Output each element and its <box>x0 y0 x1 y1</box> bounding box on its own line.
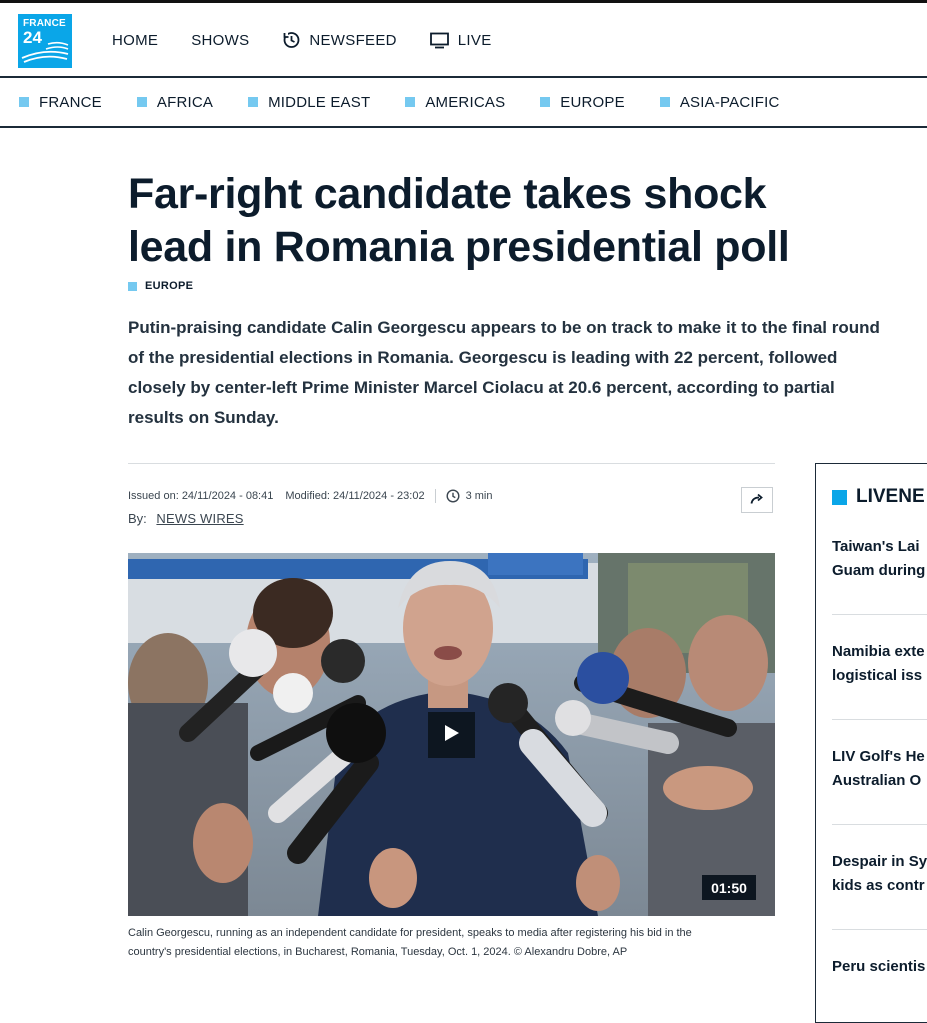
history-icon <box>282 31 300 49</box>
play-button[interactable] <box>428 712 475 758</box>
nav-live[interactable]: LIVE <box>429 31 492 49</box>
category-square-icon <box>248 97 259 107</box>
logo-text-bottom: 24 <box>23 28 42 47</box>
livefeed-divider <box>832 824 927 825</box>
site-header: FRANCE 24 HOME SHOWS NEWSFEED LIVE <box>0 3 927 78</box>
category-middle-east[interactable]: MIDDLE EAST <box>248 94 370 111</box>
nav-live-label: LIVE <box>457 31 492 49</box>
nav-newsfeed[interactable]: NEWSFEED <box>282 31 396 49</box>
category-africa[interactable]: AFRICA <box>136 93 214 111</box>
article-headline: Far-right candidate takes shock lead in … <box>128 168 868 274</box>
tag-square-icon <box>128 281 137 291</box>
nav-home-label: HOME <box>112 31 159 49</box>
video-player[interactable]: 01:50 <box>128 553 775 916</box>
meta-divider <box>434 489 436 503</box>
issued-date: Issued on: 24/11/2024 - 08:41 <box>128 490 274 502</box>
category-square-icon <box>19 97 29 107</box>
article-meta: Issued on: 24/11/2024 - 08:41 Modified: … <box>128 489 493 503</box>
play-icon <box>444 724 460 747</box>
nav-home[interactable]: HOME <box>112 32 158 49</box>
category-americas[interactable]: AMERICAS <box>405 94 505 111</box>
category-label: EUROPE <box>560 93 625 111</box>
category-label: FRANCE <box>39 93 102 111</box>
image-caption: Calin Georgescu, running as an independe… <box>128 927 692 958</box>
nav-shows[interactable]: SHOWS <box>191 32 249 49</box>
livefeed-item[interactable]: Namibia exte logistical iss <box>832 640 927 688</box>
category-france[interactable]: FRANCE <box>19 94 102 111</box>
category-bar: FRANCE AFRICA MIDDLE EAST AMERICAS EUROP… <box>0 78 927 128</box>
tv-icon <box>429 32 449 49</box>
read-time: 3 min <box>465 490 493 502</box>
livefeed-item-line: kids as contr <box>832 877 925 894</box>
livefeed-item-line: Namibia exte <box>832 643 925 660</box>
clock-icon <box>446 489 460 503</box>
divider <box>128 463 775 464</box>
author-link[interactable]: NEWS WIRES <box>156 511 243 526</box>
category-square-icon <box>136 97 147 107</box>
livefeed-item[interactable]: LIV Golf's He Australian O <box>832 745 927 793</box>
byline-label: By: <box>128 511 147 526</box>
video-duration-badge: 01:50 <box>702 875 756 900</box>
livefeed-item[interactable]: Peru scientis <box>832 955 927 979</box>
livefeed-item-line: logistical iss <box>832 667 923 684</box>
livefeed-item-line: Guam during <box>832 562 926 579</box>
category-label: MIDDLE EAST <box>268 93 371 111</box>
headline-line-2: lead in Romania presidential poll <box>128 223 790 271</box>
livefeed-item-line: Peru scientis <box>832 958 926 975</box>
livefeed-item-line: Taiwan's Lai <box>832 538 920 555</box>
category-label: ASIA-PACIFIC <box>679 93 780 111</box>
category-label: AFRICA <box>156 93 214 111</box>
livefeed-divider <box>832 719 927 720</box>
category-label: AMERICAS <box>425 93 506 111</box>
article-tag-label: EUROPE <box>145 280 194 292</box>
livefeed-title: LIVENE <box>856 486 925 507</box>
share-button[interactable] <box>741 487 773 513</box>
article-lede: Putin-praising candidate Calin Georgescu… <box>128 318 880 427</box>
livefeed-divider <box>832 929 927 930</box>
livefeed-item-line: LIV Golf's He <box>832 748 925 765</box>
livefeed-item[interactable]: Taiwan's Lai Guam during <box>832 535 927 583</box>
byline: By: NEWS WIRES <box>128 511 244 526</box>
category-square-icon <box>659 97 670 107</box>
livefeed-item-line: Despair in Sy <box>832 853 927 870</box>
livefeed-panel: LIVENE Taiwan's Lai Guam during Namibia … <box>815 463 927 1023</box>
category-asia-pacific[interactable]: ASIA-PACIFIC <box>659 93 780 111</box>
livefeed-header: LIVENE <box>832 486 925 508</box>
nav-newsfeed-label: NEWSFEED <box>309 31 397 49</box>
main-nav: HOME SHOWS NEWSFEED LIVE <box>112 30 525 50</box>
category-europe[interactable]: EUROPE <box>540 94 625 111</box>
livefeed-square-icon <box>832 489 847 505</box>
livefeed-item[interactable]: Despair in Sy kids as contr <box>832 850 927 898</box>
category-square-icon <box>405 97 416 107</box>
share-icon <box>750 493 764 508</box>
modified-date: Modified: 24/11/2024 - 23:02 <box>285 490 425 502</box>
nav-shows-label: SHOWS <box>191 31 250 49</box>
livefeed-item-line: Australian O <box>832 772 922 789</box>
category-square-icon <box>540 97 551 107</box>
headline-line-1: Far-right candidate takes shock <box>128 170 767 218</box>
article-tag-europe[interactable]: EUROPE <box>128 280 193 292</box>
france24-logo[interactable]: FRANCE 24 <box>18 14 72 68</box>
livefeed-divider <box>832 614 927 615</box>
